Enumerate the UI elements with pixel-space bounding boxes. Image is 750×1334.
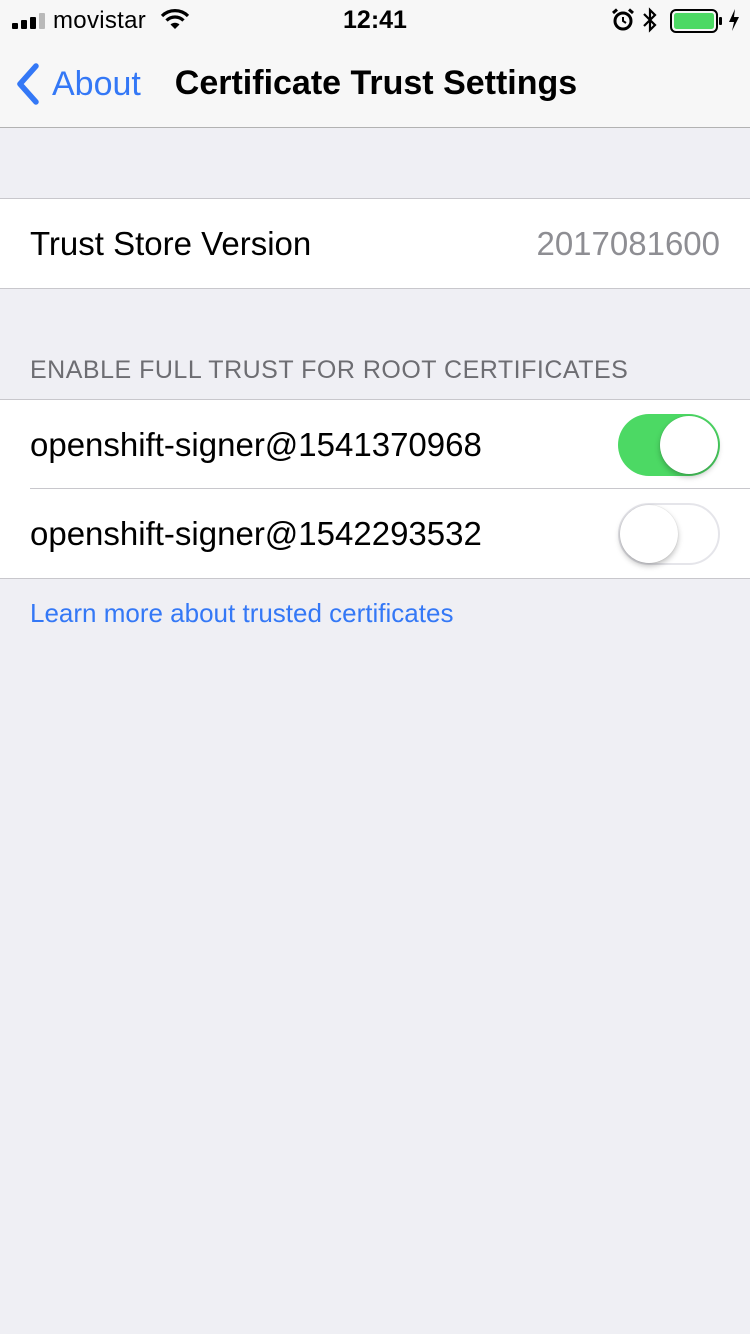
certificate-row: openshift-signer@1541370968 — [0, 400, 750, 489]
trust-store-group: Trust Store Version 2017081600 — [0, 198, 750, 289]
navigation-bar: movistar 12:41 About Certificate Trust S… — [0, 0, 750, 128]
trust-store-value: 2017081600 — [536, 224, 720, 262]
section-header: ENABLE FULL TRUST FOR ROOT CERTIFICATES — [30, 356, 629, 384]
charging-bolt-icon — [729, 9, 739, 31]
trust-store-row: Trust Store Version 2017081600 — [0, 199, 750, 288]
status-time: 12:41 — [343, 6, 407, 34]
battery-icon — [670, 9, 722, 33]
certificate-trust-toggle[interactable] — [618, 414, 720, 476]
toggle-knob — [620, 505, 678, 563]
page-title: Certificate Trust Settings — [174, 64, 578, 102]
certificate-row: openshift-signer@1542293532 — [0, 489, 750, 578]
learn-more-link[interactable]: Learn more about trusted certificates — [30, 598, 453, 629]
screen: movistar 12:41 About Certificate Trust S… — [0, 0, 750, 1334]
certificate-name: openshift-signer@1542293532 — [30, 514, 482, 552]
alarm-icon — [612, 8, 634, 31]
certificates-group: openshift-signer@1541370968 openshift-si… — [0, 399, 750, 579]
certificate-name: openshift-signer@1541370968 — [30, 425, 482, 463]
bluetooth-icon — [643, 7, 657, 33]
certificate-trust-toggle[interactable] — [618, 503, 720, 565]
status-bar: movistar 12:41 — [0, 0, 750, 40]
trust-store-label: Trust Store Version — [30, 224, 312, 262]
toggle-knob — [660, 416, 718, 474]
